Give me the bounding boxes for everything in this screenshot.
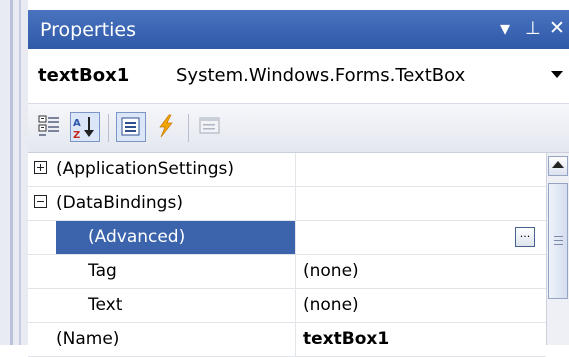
- grid-row-name[interactable]: (Name) textBox1: [28, 323, 546, 357]
- grip-line: [554, 244, 563, 245]
- dock-divider-secondary: [19, 0, 21, 345]
- svg-text:A: A: [73, 118, 81, 129]
- categorized-button[interactable]: [36, 112, 66, 142]
- grid-row-text[interactable]: Text (none): [28, 289, 546, 323]
- grip-line: [554, 240, 563, 241]
- property-value[interactable]: (none): [303, 261, 359, 281]
- column-divider: [295, 221, 296, 254]
- object-type: System.Windows.Forms.TextBox: [176, 65, 466, 86]
- column-divider: [295, 323, 296, 356]
- properties-titlebar: Properties ▾ ⊥ ✕: [28, 10, 569, 49]
- window-title: Properties: [40, 19, 137, 41]
- ellipsis-button[interactable]: ...: [515, 227, 535, 247]
- grip-line: [554, 236, 563, 237]
- column-divider: [295, 289, 296, 322]
- property-name: (ApplicationSettings): [56, 159, 234, 179]
- grid-scrollbar[interactable]: [546, 153, 569, 345]
- scroll-up-button[interactable]: [548, 156, 568, 176]
- property-value[interactable]: textBox1: [303, 329, 389, 349]
- grid-row-data-bindings[interactable]: (DataBindings): [28, 187, 546, 221]
- toolbar-separator: [188, 114, 189, 142]
- property-name: Tag: [88, 261, 117, 281]
- events-lightning-icon: [159, 114, 173, 138]
- dock-panel-edge: [0, 0, 28, 345]
- dock-divider: [10, 0, 13, 345]
- grid-row-application-settings[interactable]: (ApplicationSettings): [28, 153, 546, 187]
- toolbar-separator: [108, 114, 109, 142]
- chevron-up-icon: [552, 161, 564, 168]
- property-pages-button[interactable]: [196, 112, 226, 142]
- properties-toolbar: A Z: [28, 104, 569, 153]
- property-name: (DataBindings): [56, 193, 183, 213]
- alphabetical-sort-button[interactable]: A Z: [70, 112, 100, 142]
- object-selector[interactable]: textBox1 System.Windows.Forms.TextBox: [28, 49, 569, 104]
- svg-text:Z: Z: [73, 130, 80, 141]
- property-value[interactable]: (none): [303, 295, 359, 315]
- collapse-minus-icon[interactable]: [34, 195, 47, 208]
- column-divider: [295, 187, 296, 220]
- property-name: (Advanced): [88, 227, 186, 247]
- column-divider: [295, 255, 296, 288]
- chevron-down-icon[interactable]: [551, 71, 563, 78]
- properties-icon: [121, 117, 140, 136]
- column-divider: [295, 153, 296, 186]
- expand-plus-icon[interactable]: [34, 161, 47, 174]
- scroll-thumb[interactable]: [548, 183, 568, 299]
- property-name: Text: [88, 295, 123, 315]
- object-name: textBox1: [38, 65, 130, 86]
- window-menu-dropdown-icon[interactable]: ▾: [500, 16, 510, 40]
- alphabetical-sort-icon: A Z: [73, 117, 94, 141]
- property-name: (Name): [56, 329, 120, 349]
- property-grid: (ApplicationSettings) (DataBindings) (Ad…: [28, 153, 546, 357]
- pin-icon[interactable]: ⊥: [525, 18, 541, 39]
- grid-row-advanced[interactable]: (Advanced) ...: [28, 221, 546, 255]
- property-pages-icon: [199, 117, 220, 134]
- categorized-icon: [38, 115, 59, 136]
- grid-row-tag[interactable]: Tag (none): [28, 255, 546, 289]
- close-icon[interactable]: ✕: [549, 17, 565, 39]
- events-button[interactable]: [152, 112, 182, 142]
- properties-button[interactable]: [116, 112, 146, 142]
